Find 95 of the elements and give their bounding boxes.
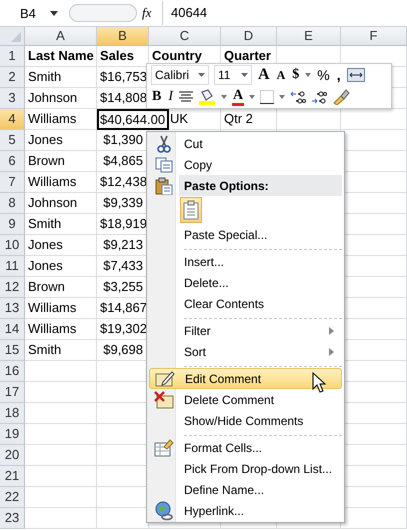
copy-icon — [154, 156, 172, 172]
row-header[interactable]: 12 — [0, 277, 25, 298]
italic-button[interactable]: I — [167, 88, 174, 106]
row-header[interactable]: 21 — [0, 466, 25, 487]
table-cell: Williams — [25, 298, 97, 319]
table-cell: Brown — [25, 277, 97, 298]
menu-item[interactable]: Paste Special... — [149, 224, 342, 245]
row-header[interactable]: 23 — [0, 508, 25, 529]
menu-item[interactable]: Show/Hide Comments — [149, 410, 342, 431]
row-header[interactable]: 2 — [0, 67, 25, 88]
table-cell: Williams — [25, 319, 97, 340]
row-header[interactable]: 20 — [0, 445, 25, 466]
menu-item[interactable]: Sort — [149, 341, 342, 362]
corner-triangle-icon — [11, 32, 21, 42]
function-button[interactable]: fx — [142, 5, 162, 21]
decrease-decimal-icon[interactable] — [311, 90, 328, 104]
table-cell: Smith — [25, 214, 97, 235]
table-cell: Brown — [25, 151, 97, 172]
dropdown-arrow-icon — [241, 73, 248, 78]
column-header[interactable]: D — [221, 27, 277, 46]
delete-note-icon — [154, 390, 174, 408]
table-cell: Johnson — [25, 193, 97, 214]
globe-link-icon — [154, 500, 174, 520]
dropdown-arrow-icon[interactable] — [50, 10, 58, 16]
percent-button[interactable]: % — [316, 66, 331, 84]
row-header[interactable]: 15 — [0, 340, 25, 361]
wrap-text-icon[interactable] — [346, 68, 365, 82]
shrink-font-button[interactable]: A — [276, 66, 286, 84]
row-header[interactable]: 18 — [0, 403, 25, 424]
menu-heading: Paste Options: — [179, 175, 342, 196]
row-header[interactable]: 4 — [0, 109, 25, 130]
menu-item[interactable]: Cut — [149, 133, 342, 154]
column-header[interactable]: A — [25, 27, 97, 46]
row-header[interactable]: 10 — [0, 235, 25, 256]
row-header[interactable]: 16 — [0, 361, 25, 382]
table-cell: Williams — [25, 172, 97, 193]
menu-item[interactable]: Edit Comment — [149, 368, 342, 389]
font-dropdown[interactable]: Calibri — [151, 65, 209, 86]
row-header[interactable]: 3 — [0, 88, 25, 109]
menu-item[interactable]: Delete Comment — [149, 389, 342, 410]
increase-decimal-icon[interactable] — [290, 90, 306, 104]
row-header[interactable]: 1 — [0, 46, 25, 67]
clipboard-icon — [154, 176, 172, 194]
row-header[interactable]: 8 — [0, 193, 25, 214]
table-cell: Johnson — [25, 88, 97, 109]
fill-color-icon[interactable] — [198, 88, 216, 105]
table-cell: Jones — [25, 256, 97, 277]
row-header[interactable]: 5 — [0, 130, 25, 151]
row-header[interactable]: 17 — [0, 382, 25, 403]
dropdown-arrow-icon — [198, 73, 205, 78]
column-header[interactable]: F — [341, 27, 407, 46]
scissors-icon — [156, 134, 172, 152]
menu-item[interactable]: Copy — [149, 154, 342, 175]
menu-item[interactable]: Define Name... — [149, 479, 342, 500]
currency-button[interactable]: $ — [291, 66, 300, 84]
table-cell: Smith — [25, 67, 97, 88]
row-header[interactable]: 6 — [0, 151, 25, 172]
borders-icon[interactable] — [260, 90, 274, 104]
table-cell: Smith — [25, 340, 97, 361]
column-header[interactable]: B — [97, 27, 149, 46]
menu-item[interactable]: Delete... — [149, 272, 342, 293]
size-dropdown[interactable]: 11 — [214, 65, 252, 86]
row-header[interactable]: 13 — [0, 298, 25, 319]
row-header[interactable]: 11 — [0, 256, 25, 277]
row-header[interactable]: 9 — [0, 214, 25, 235]
clipboard-icon — [183, 200, 199, 220]
menu-item[interactable]: Hyperlink... — [149, 500, 342, 521]
table-cell: Last Name — [25, 46, 97, 67]
note-pencil-icon — [154, 370, 174, 388]
paste-button[interactable] — [180, 197, 202, 223]
formula-bar-handle[interactable] — [69, 4, 137, 22]
menu-item[interactable]: Format Cells... — [149, 437, 342, 458]
menu-item[interactable]: Filter — [149, 320, 342, 341]
row-header[interactable]: 7 — [0, 172, 25, 193]
menu-item[interactable]: Insert... — [149, 251, 342, 272]
column-header[interactable]: E — [277, 27, 341, 46]
menu-item[interactable]: Pick From Drop-down List... — [149, 458, 342, 479]
mouse-cursor-icon — [312, 372, 326, 393]
comma-button[interactable]: , — [336, 66, 342, 84]
menu-item[interactable]: Clear Contents — [149, 293, 342, 314]
bold-button[interactable]: B — [151, 88, 162, 106]
grow-font-button[interactable]: A — [257, 66, 271, 84]
row-header[interactable]: 14 — [0, 319, 25, 340]
format-cells-icon — [154, 438, 174, 456]
active-cell[interactable]: $40,644.00 — [97, 109, 169, 130]
row-header[interactable]: 22 — [0, 487, 25, 508]
format-painter-icon[interactable] — [332, 88, 350, 105]
font-color-button[interactable]: A — [232, 88, 244, 106]
formula-input[interactable]: 40644 — [162, 1, 407, 25]
row-header[interactable]: 19 — [0, 424, 25, 445]
name-box[interactable]: B4 — [0, 3, 64, 23]
center-align-icon[interactable] — [179, 90, 194, 103]
table-cell: Jones — [25, 235, 97, 256]
table-cell: Jones — [25, 130, 97, 151]
column-header[interactable]: C — [149, 27, 221, 46]
